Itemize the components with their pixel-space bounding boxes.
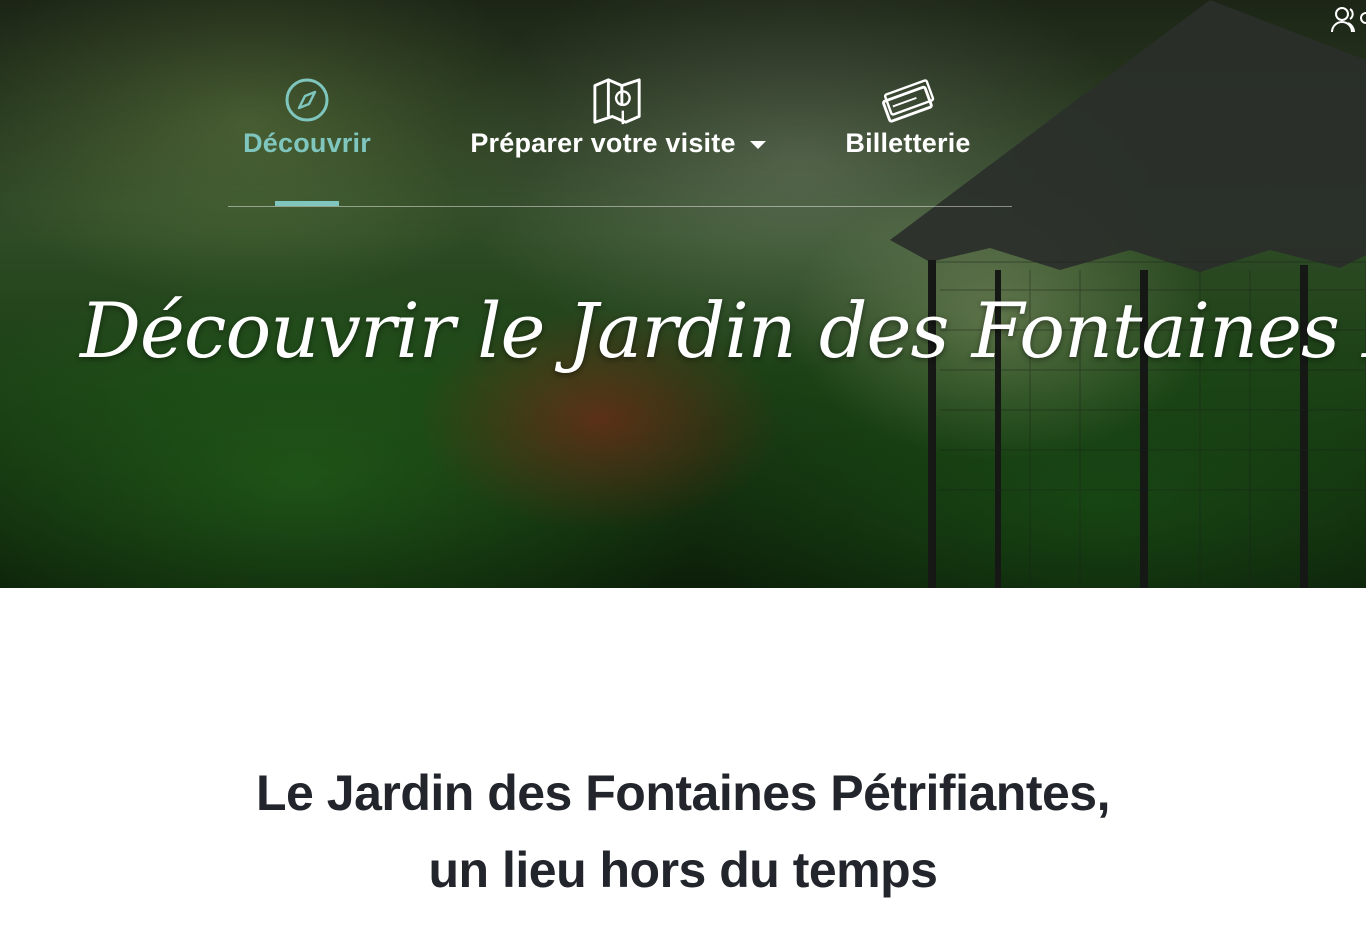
ticket-icon	[882, 79, 935, 123]
hero-title: Découvrir le Jardin des Fontaines Pétrif…	[80, 286, 1366, 375]
hero-banner: Découvrir Préparer votre visite Billette…	[0, 0, 1366, 588]
compass-icon	[285, 78, 329, 122]
intro-section: Le Jardin des Fontaines Pétrifiantes, un…	[0, 755, 1366, 909]
main-nav: Découvrir Préparer votre visite Billette…	[228, 70, 1012, 208]
intro-heading-line1: Le Jardin des Fontaines Pétrifiantes,	[256, 765, 1110, 821]
nav-item-decouvrir[interactable]: Découvrir	[228, 70, 386, 159]
map-pin-icon	[593, 78, 641, 125]
nav-item-billetterie[interactable]: Billetterie	[833, 70, 983, 159]
intro-heading-line2: un lieu hors du temps	[428, 842, 938, 898]
nav-label: Billetterie	[845, 128, 971, 158]
nav-item-preparer[interactable]: Préparer votre visite	[453, 70, 783, 159]
chevron-down-icon[interactable]	[749, 140, 766, 149]
users-icon[interactable]	[1330, 4, 1366, 34]
nav-label: Découvrir	[243, 128, 371, 158]
intro-heading: Le Jardin des Fontaines Pétrifiantes, un…	[0, 755, 1366, 909]
nav-label: Préparer votre visite	[470, 128, 736, 158]
nav-divider	[228, 206, 1012, 207]
